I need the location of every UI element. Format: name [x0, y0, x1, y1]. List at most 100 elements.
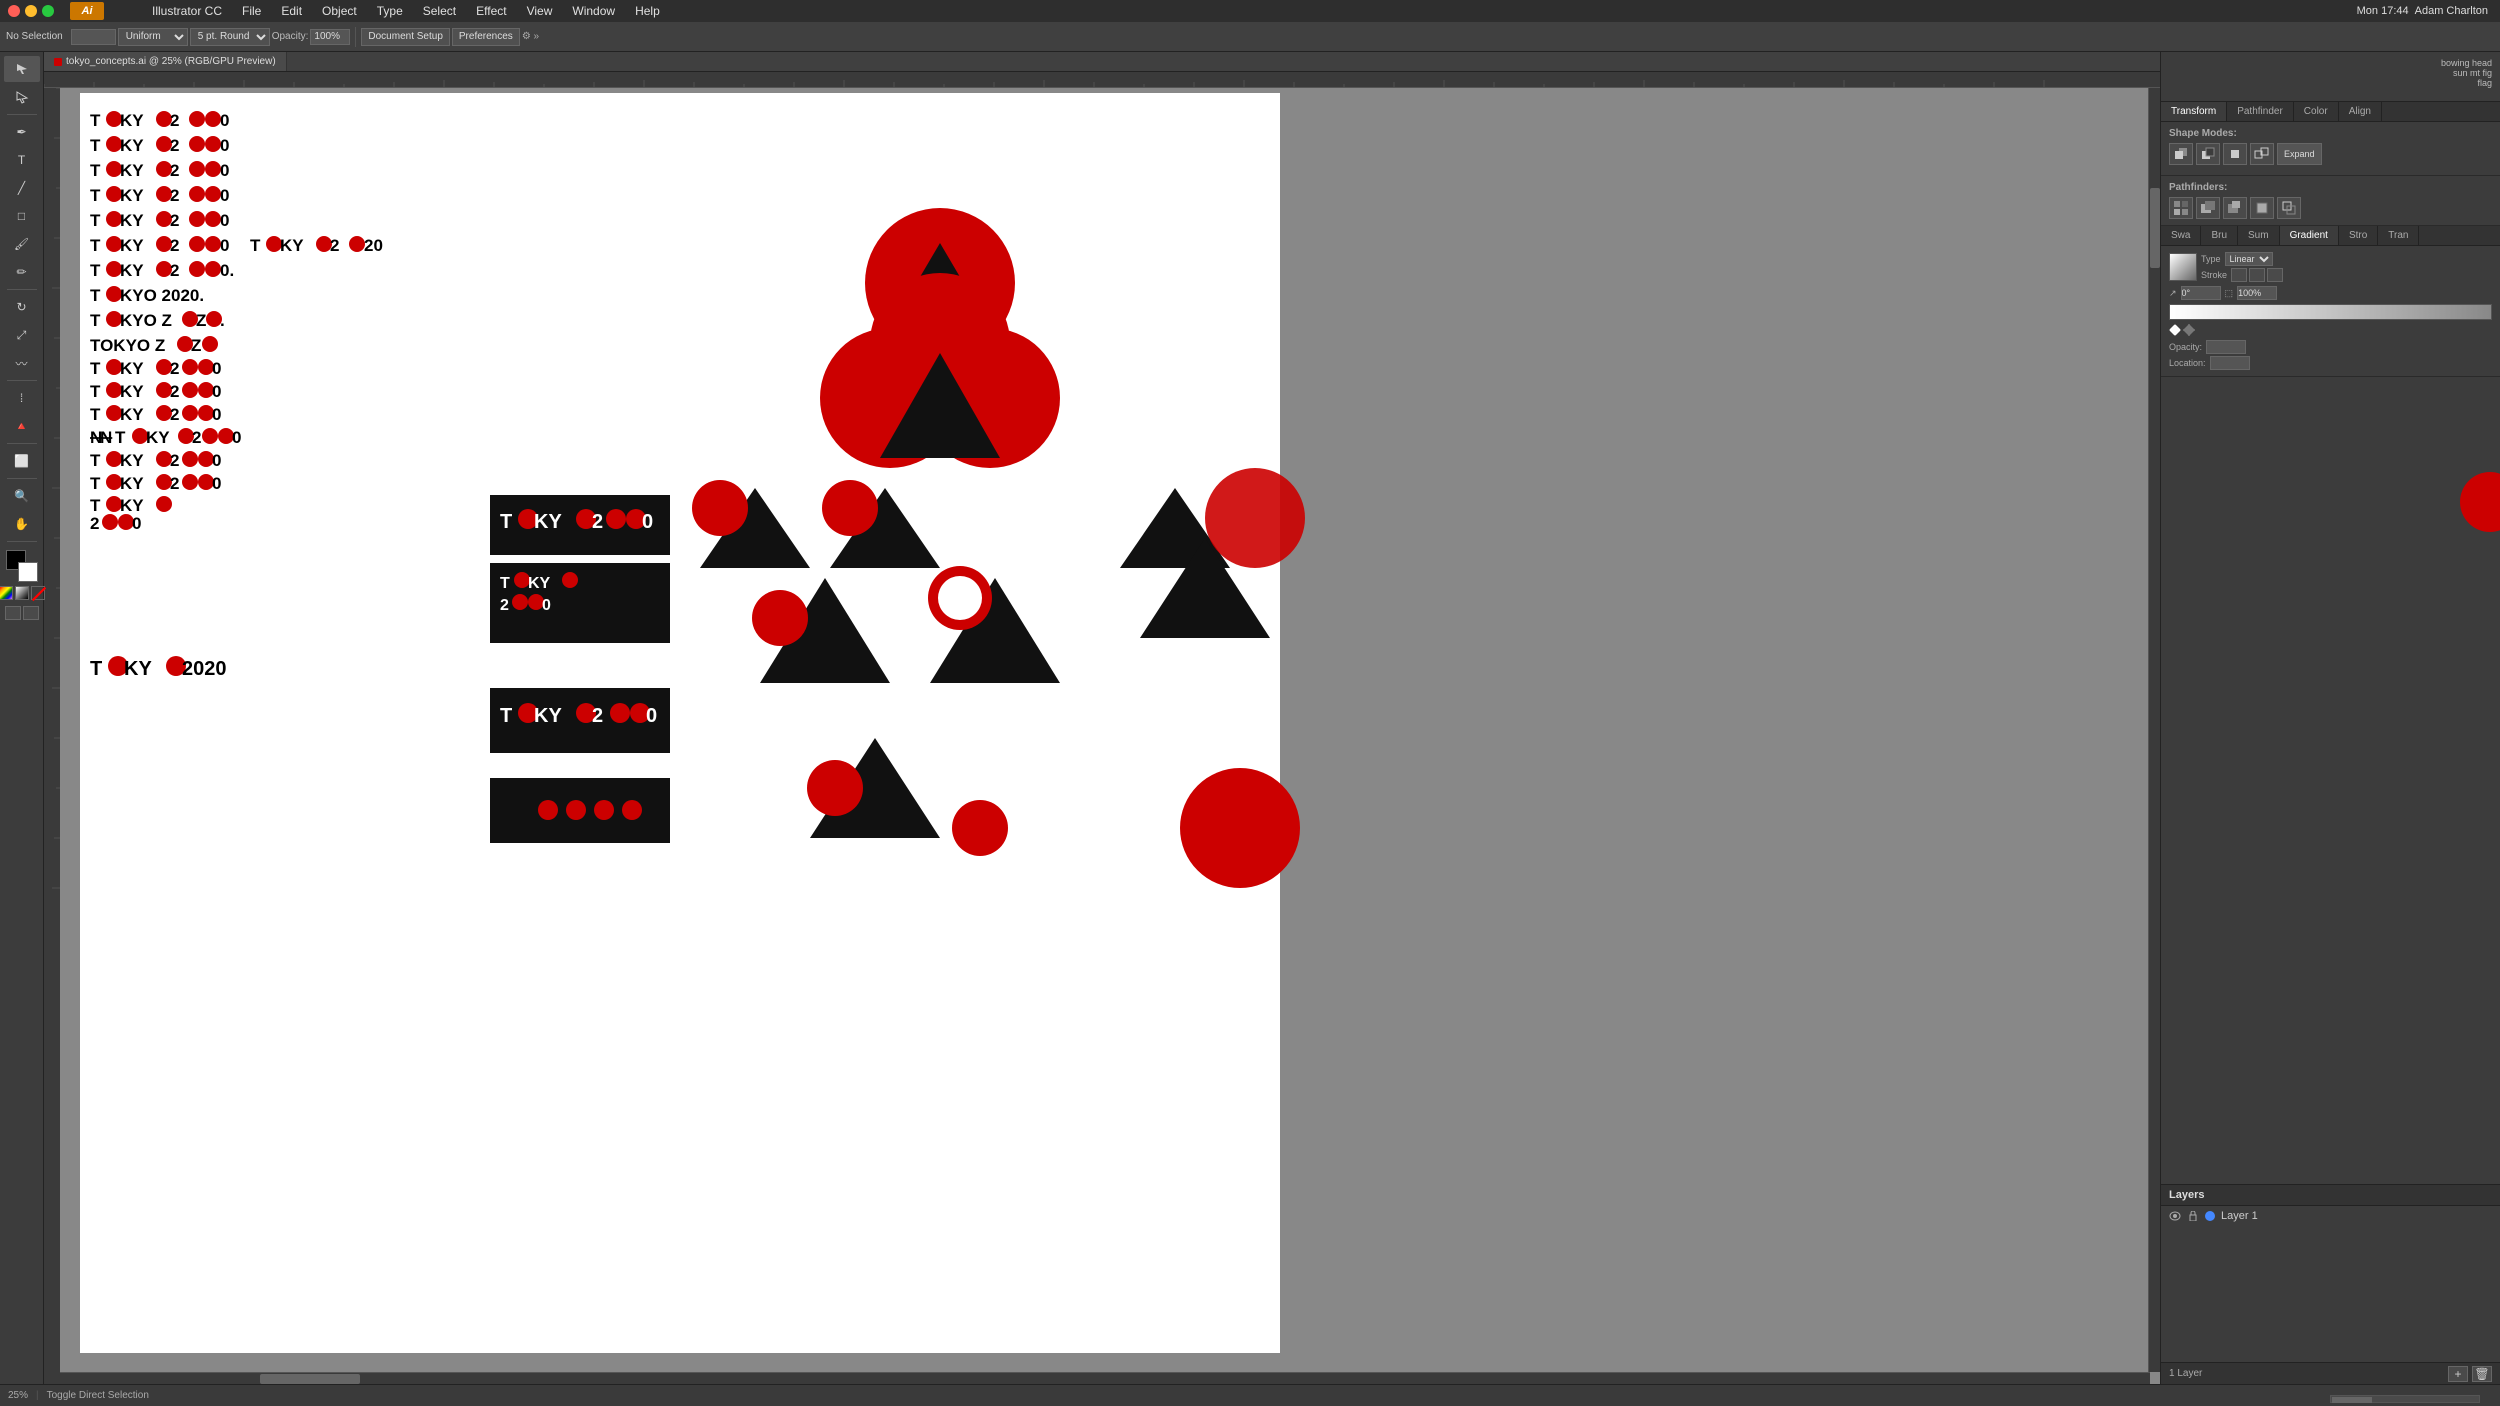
menu-edit[interactable]: Edit: [271, 0, 312, 22]
gradient-preview-swatch[interactable]: [2169, 253, 2197, 281]
divide-button[interactable]: [2169, 197, 2193, 219]
angle-input[interactable]: [2181, 286, 2221, 300]
color-mode-gradient[interactable]: [15, 586, 29, 600]
horizontal-scrollbar[interactable]: [60, 1372, 2150, 1384]
normal-mode[interactable]: [5, 606, 21, 620]
type-select[interactable]: Linear: [2225, 252, 2273, 266]
merge-button[interactable]: [2223, 197, 2247, 219]
maximize-button[interactable]: [42, 5, 54, 17]
scroll-indicator[interactable]: [2330, 1395, 2480, 1403]
file-tab-name: tokyo_concepts.ai @ 25% (RGB/GPU Preview…: [66, 56, 276, 67]
opacity-input[interactable]: [310, 29, 350, 45]
color-mode-color[interactable]: [0, 586, 13, 600]
tab-stro[interactable]: Stro: [2339, 226, 2378, 245]
layer-eye-icon[interactable]: [2169, 1210, 2181, 1222]
menu-window[interactable]: Window: [562, 0, 625, 22]
menu-help[interactable]: Help: [625, 0, 670, 22]
tab-pathfinder[interactable]: Pathfinder: [2227, 102, 2294, 121]
menu-view[interactable]: View: [517, 0, 563, 22]
stroke-mode-1[interactable]: [2231, 268, 2247, 282]
artboard-tool[interactable]: ⬜: [4, 448, 40, 474]
ruler-top: [44, 72, 2160, 88]
menu-select[interactable]: Select: [413, 0, 466, 22]
v-scroll-thumb[interactable]: [2150, 188, 2160, 268]
layer-count: 1 Layer: [2169, 1368, 2202, 1379]
crop-button[interactable]: [2250, 197, 2274, 219]
layer-lock-icon[interactable]: [2187, 1210, 2199, 1222]
svg-text:2: 2: [90, 514, 99, 533]
file-tab-active[interactable]: tokyo_concepts.ai @ 25% (RGB/GPU Preview…: [44, 52, 287, 71]
outline-button[interactable]: [2277, 197, 2301, 219]
trim-button[interactable]: [2196, 197, 2220, 219]
selection-tool[interactable]: [4, 56, 40, 82]
scroll-thumb[interactable]: [2332, 1397, 2372, 1403]
intersect-button[interactable]: [2223, 143, 2247, 165]
document-setup-button[interactable]: Document Setup: [361, 28, 450, 46]
canvas-area[interactable]: T KY 2 0 T KY 2 0: [44, 72, 2160, 1384]
toggle-label: Toggle Direct Selection: [47, 1390, 149, 1401]
paintbrush-tool[interactable]: 🖌: [4, 231, 40, 257]
color-mode-none[interactable]: [31, 586, 45, 600]
svg-text:2: 2: [170, 236, 179, 255]
layer-1-item[interactable]: Layer 1: [2161, 1206, 2500, 1226]
svg-text:0: 0: [212, 451, 221, 470]
rect-tool[interactable]: □: [4, 203, 40, 229]
location-value-input[interactable]: [2210, 356, 2250, 370]
stroke-swatch[interactable]: [18, 562, 38, 582]
tab-transform[interactable]: Transform: [2161, 102, 2227, 121]
svg-text:Z: Z: [191, 336, 201, 355]
delete-layer-button[interactable]: 🗑: [2472, 1366, 2492, 1382]
minimize-button[interactable]: [25, 5, 37, 17]
location-label: Location:: [2169, 358, 2206, 368]
menu-illustrator[interactable]: Illustrator CC: [142, 0, 232, 22]
tab-gradient[interactable]: Gradient: [2280, 226, 2339, 245]
menu-type[interactable]: Type: [367, 0, 413, 22]
tab-align[interactable]: Align: [2339, 102, 2382, 121]
system-bar: Ai Illustrator CC File Edit Object Type …: [0, 0, 2500, 22]
preview-mode[interactable]: [23, 606, 39, 620]
blend-tool[interactable]: ⁞: [4, 385, 40, 411]
opacity-value-input[interactable]: [2206, 340, 2246, 354]
rotate-tool[interactable]: ↻: [4, 294, 40, 320]
menu-object[interactable]: Object: [312, 0, 367, 22]
stroke-mode-3[interactable]: [2267, 268, 2283, 282]
warp-tool[interactable]: 〰: [4, 350, 40, 376]
add-layer-button[interactable]: +: [2448, 1366, 2468, 1382]
svg-text:KY: KY: [124, 658, 152, 680]
width-select[interactable]: 5 pt. Round: [190, 28, 270, 46]
tab-bru[interactable]: Bru: [2201, 226, 2238, 245]
svg-text:2: 2: [170, 474, 179, 493]
menu-file[interactable]: File: [232, 0, 271, 22]
tab-swa[interactable]: Swa: [2161, 226, 2201, 245]
vertical-scrollbar[interactable]: [2148, 88, 2160, 1372]
expand-button[interactable]: Expand: [2277, 143, 2322, 165]
h-scroll-thumb[interactable]: [260, 1374, 360, 1384]
eyedropper-tool[interactable]: 🔺: [4, 413, 40, 439]
pencil-tool[interactable]: ✏: [4, 259, 40, 285]
color-stop-white[interactable]: [2169, 324, 2181, 336]
tab-color[interactable]: Color: [2294, 102, 2339, 121]
type-tool[interactable]: T: [4, 147, 40, 173]
hand-tool[interactable]: ✋: [4, 511, 40, 537]
unite-button[interactable]: [2169, 143, 2193, 165]
exclude-button[interactable]: [2250, 143, 2274, 165]
tab-tran[interactable]: Tran: [2378, 226, 2419, 245]
extras-icon[interactable]: ⚙ »: [522, 31, 539, 42]
tab-sum[interactable]: Sum: [2238, 226, 2280, 245]
canvas-viewport[interactable]: T KY 2 0 T KY 2 0: [60, 88, 2160, 1384]
color-stop-gray[interactable]: [2183, 324, 2195, 336]
close-button[interactable]: [8, 5, 20, 17]
gradient-bar[interactable]: [2169, 304, 2492, 320]
direct-selection-tool[interactable]: [4, 84, 40, 110]
x-input[interactable]: [71, 29, 116, 45]
menu-effect[interactable]: Effect: [466, 0, 516, 22]
pen-tool[interactable]: ✒: [4, 119, 40, 145]
preferences-button[interactable]: Preferences: [452, 28, 520, 46]
line-tool[interactable]: ╱: [4, 175, 40, 201]
aspect-input[interactable]: [2237, 286, 2277, 300]
style-select[interactable]: Uniform: [118, 28, 188, 46]
stroke-mode-2[interactable]: [2249, 268, 2265, 282]
scale-tool[interactable]: ⤢: [4, 322, 40, 348]
zoom-tool[interactable]: 🔍: [4, 483, 40, 509]
minus-front-button[interactable]: [2196, 143, 2220, 165]
